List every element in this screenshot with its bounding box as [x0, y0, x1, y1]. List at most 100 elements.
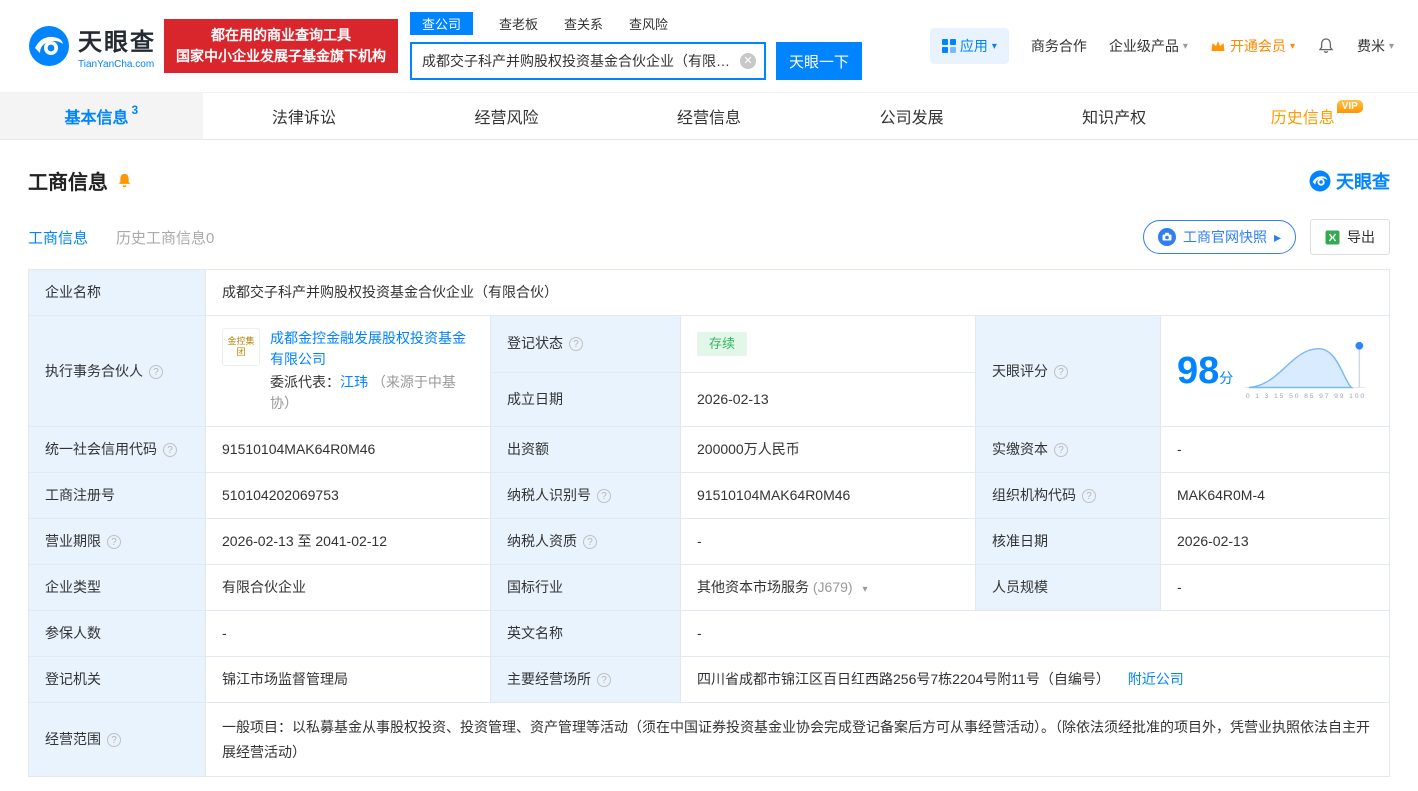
alert-bell-icon[interactable]: [116, 172, 133, 189]
tab-history-info-label: 历史信息: [1270, 110, 1335, 127]
export-button[interactable]: 导出: [1310, 219, 1390, 255]
brand-watermark: 天眼查: [1309, 168, 1390, 194]
enterprise-products-label: 企业级产品: [1108, 38, 1179, 54]
subtab-business-info[interactable]: 工商信息: [28, 227, 88, 248]
value-industry: 其他资本市场服务 (J679) ▾: [680, 564, 976, 611]
value-executive-partner: 金控集团 成都金控金融发展股权投资基金有限公司 委派代表：江玮 （来源于中基协）: [205, 315, 491, 427]
clear-icon[interactable]: ✕: [740, 53, 756, 69]
chevron-down-icon: ▾: [1182, 40, 1188, 52]
tab-intellectual-property[interactable]: 知识产权: [1013, 93, 1216, 139]
rep-name-link[interactable]: 江玮: [340, 374, 368, 390]
label-capital: 出资额: [490, 426, 681, 473]
help-icon[interactable]: [107, 535, 121, 549]
help-icon[interactable]: [1054, 443, 1068, 457]
label-tianyan-score: 天眼评分: [975, 315, 1161, 427]
help-icon[interactable]: [583, 535, 597, 549]
chevron-down-icon[interactable]: ▾: [862, 584, 867, 595]
section-title: 工商信息: [28, 172, 108, 194]
label-reg-authority: 登记机关: [28, 656, 206, 703]
help-icon[interactable]: [597, 489, 611, 503]
tab-operation-info[interactable]: 经营信息: [608, 93, 811, 139]
help-icon[interactable]: [107, 733, 121, 747]
tab-operation-risk-label: 经营风险: [474, 110, 539, 127]
rep-label: 委派代表：: [270, 374, 340, 390]
value-company-name: 成都交子科产并购股权投资基金合伙企业（有限合伙）: [205, 269, 1390, 316]
label-taxpayer-id: 纳税人识别号: [490, 472, 681, 519]
help-icon[interactable]: [163, 443, 177, 457]
search-button[interactable]: 天眼一下: [776, 42, 862, 80]
label-industry: 国标行业: [490, 564, 681, 611]
tianyancha-logo[interactable]: 天眼查 TianYanCha.com: [28, 22, 156, 70]
tianyancha-eye-icon: [1309, 170, 1331, 191]
table-row: 执行事务合伙人 金控集团 成都金控金融发展股权投资基金有限公司 委派代表：江玮 …: [28, 315, 1390, 427]
crown-icon: [1211, 41, 1225, 51]
tab-company-development[interactable]: 公司发展: [810, 93, 1013, 139]
value-establish-date: 2026-02-13: [680, 371, 976, 428]
partner-company-link[interactable]: 成都金控金融发展股权投资基金有限公司: [270, 330, 466, 367]
tab-operation-risk[interactable]: 经营风险: [405, 93, 608, 139]
label-insured-count: 参保人数: [28, 610, 206, 657]
label-reg-status: 登记状态: [490, 315, 681, 373]
label-executive-partner: 执行事务合伙人: [28, 315, 206, 427]
table-row: 营业期限 2026-02-13 至 2041-02-12 纳税人资质 - 核准日…: [28, 518, 1390, 565]
tab-basic-info-label: 基本信息: [64, 110, 129, 127]
logo-domain: TianYanCha.com: [78, 59, 155, 70]
help-icon[interactable]: [1054, 364, 1068, 379]
label-company-name: 企业名称: [28, 269, 206, 316]
apps-label: 应用: [959, 38, 988, 54]
value-approval-date: 2026-02-13: [1160, 518, 1390, 565]
cooperation-link[interactable]: 商务合作: [1031, 36, 1087, 56]
value-taxpayer-id: 91510104MAK64R0M46: [680, 472, 976, 519]
table-row: 企业名称 成都交子科产并购股权投资基金合伙企业（有限合伙）: [28, 269, 1390, 316]
tab-basic-info[interactable]: 基本信息 3: [0, 93, 203, 139]
table-row: 经营范围 一般项目：以私募基金从事股权投资、投资管理、资产管理等活动（须在中国证…: [28, 702, 1390, 777]
search-tab-relation[interactable]: 查关系: [564, 14, 603, 33]
value-insured-count: -: [205, 610, 491, 657]
promo-banner: 都在用的商业查询工具 国家中小企业发展子基金旗下机构: [164, 19, 398, 73]
label-business-term: 营业期限: [28, 518, 206, 565]
search-tab-boss[interactable]: 查老板: [499, 14, 538, 33]
enterprise-products-menu[interactable]: 企业级产品 ▾: [1109, 36, 1188, 56]
search-input[interactable]: [412, 44, 764, 78]
top-bar: 天眼查 TianYanCha.com 都在用的商业查询工具 国家中小企业发展子基…: [0, 0, 1418, 92]
user-name: 费米: [1356, 38, 1385, 54]
label-approval-date: 核准日期: [975, 518, 1161, 565]
help-icon[interactable]: [1082, 489, 1096, 503]
nearby-companies-link[interactable]: 附近公司: [1128, 671, 1184, 687]
value-credit-code: 91510104MAK64R0M46: [205, 426, 491, 473]
value-english-name: -: [680, 610, 1390, 657]
tab-legal-label: 法律诉讼: [271, 110, 336, 127]
logo-title: 天眼查: [78, 29, 156, 56]
subtab-history-business-info[interactable]: 历史工商信息0: [116, 227, 214, 248]
open-vip-menu[interactable]: 开通会员 ▾: [1210, 36, 1295, 56]
chevron-down-icon: ▾: [1289, 40, 1295, 52]
help-icon[interactable]: [149, 364, 163, 379]
label-english-name: 英文名称: [490, 610, 681, 657]
table-row: 登记机关 锦江市场监督管理局 主要经营场所 四川省成都市锦江区百日红西路256号…: [28, 656, 1390, 703]
search-tab-risk[interactable]: 查风险: [629, 14, 668, 33]
user-menu[interactable]: 费米 ▾: [1357, 36, 1394, 56]
tab-intellectual-property-label: 知识产权: [1082, 110, 1147, 127]
search-tab-company[interactable]: 查公司: [410, 12, 474, 35]
value-reg-number: 510104202069753: [205, 472, 491, 519]
official-snapshot-button[interactable]: 工商官网快照 ▸: [1142, 220, 1296, 254]
notification-bell[interactable]: [1317, 37, 1335, 55]
brand-watermark-label: 天眼查: [1336, 171, 1390, 192]
label-credit-code: 统一社会信用代码: [28, 426, 206, 473]
label-establish-date: 成立日期: [490, 371, 681, 428]
business-info-table: 企业名称 成都交子科产并购股权投资基金合伙企业（有限合伙） 执行事务合伙人 金控…: [28, 269, 1390, 777]
value-staff-size: -: [1160, 564, 1390, 611]
bell-icon: [1318, 38, 1334, 53]
score-curve-chart: 0 1 3 15 50 85 97 99 100: [1245, 341, 1366, 400]
tab-history-info[interactable]: 历史信息 VIP: [1215, 93, 1418, 139]
top-menu: 应用 ▾ 商务合作 企业级产品 ▾ 开通会员 ▾ 费米 ▾: [929, 28, 1394, 64]
value-reg-authority: 锦江市场监督管理局: [205, 656, 491, 703]
label-staff-size: 人员规模: [975, 564, 1161, 611]
help-icon[interactable]: [569, 337, 583, 352]
table-row: 统一社会信用代码 91510104MAK64R0M46 出资额 200000万人…: [28, 426, 1390, 473]
tab-legal[interactable]: 法律诉讼: [203, 93, 406, 139]
score-number: 98: [1177, 350, 1220, 392]
apps-menu[interactable]: 应用 ▾: [929, 28, 1009, 64]
tianyancha-eye-icon: [29, 26, 69, 66]
help-icon[interactable]: [597, 673, 611, 687]
